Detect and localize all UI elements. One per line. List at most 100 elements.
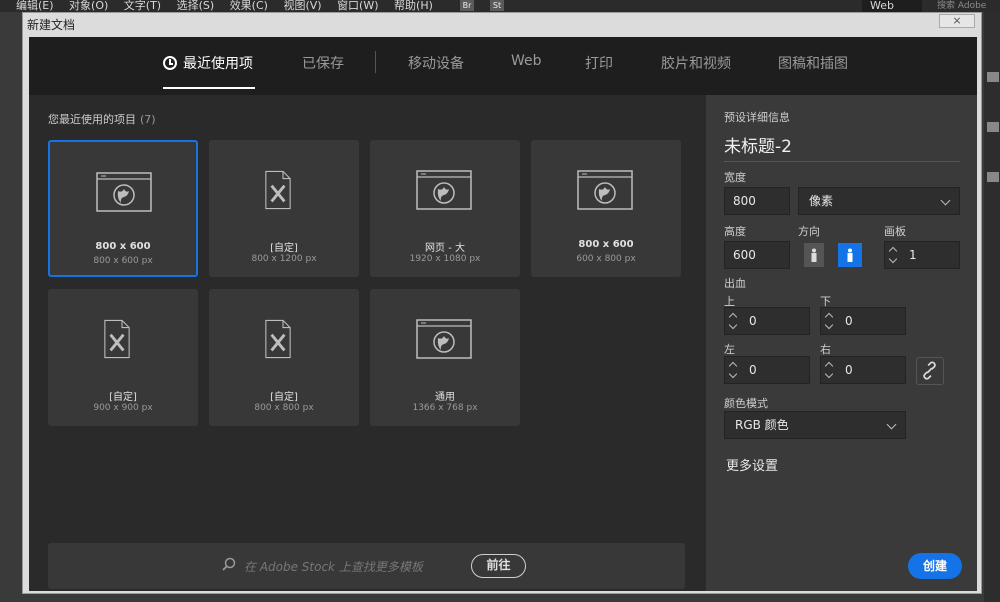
- recent-title-text: 您最近使用的项目: [48, 113, 136, 126]
- chevron-down-icon: [886, 419, 897, 430]
- height-label: 高度: [724, 225, 746, 238]
- recent-count: (7): [140, 113, 156, 126]
- web-document-icon: [96, 172, 152, 212]
- tile-name: 通用: [435, 392, 455, 403]
- preset-tile[interactable]: [自定] 800 x 1200 px: [209, 140, 359, 277]
- landscape-icon: [847, 248, 853, 262]
- artboards-value: 1: [909, 248, 917, 262]
- bleed-left-stepper[interactable]: 0: [724, 356, 810, 384]
- menu-window[interactable]: 窗口(W): [337, 0, 378, 12]
- web-document-icon: [416, 319, 472, 359]
- tab-art-illustration[interactable]: 图稿和插图: [778, 53, 848, 73]
- go-button[interactable]: 前往: [471, 554, 526, 578]
- tile-size: 600 x 800 px: [576, 254, 636, 264]
- bleed-right-value: 0: [845, 363, 853, 377]
- workspace-switcher[interactable]: Web: [862, 0, 922, 12]
- tile-size: 900 x 900 px: [93, 403, 153, 413]
- panel-icon[interactable]: [987, 172, 999, 182]
- web-document-icon: [416, 170, 472, 210]
- landscape-button[interactable]: [838, 243, 862, 267]
- right-panel-strip: [984, 12, 1000, 602]
- unit-select[interactable]: 像素: [798, 187, 960, 215]
- unit-value: 像素: [809, 194, 834, 208]
- bleed-bottom-stepper[interactable]: 0: [820, 307, 906, 335]
- bleed-left-value: 0: [749, 363, 757, 377]
- chevron-down-icon[interactable]: [888, 254, 898, 264]
- tile-name: [自定]: [109, 392, 137, 403]
- custom-document-icon: [104, 319, 130, 359]
- clock-icon: [163, 56, 177, 70]
- stepper-arrows[interactable]: [821, 357, 839, 383]
- chevron-down-icon[interactable]: [824, 369, 834, 379]
- tile-size: 1920 x 1080 px: [409, 254, 481, 264]
- height-input[interactable]: 600: [724, 241, 790, 269]
- more-settings-link[interactable]: 更多设置: [726, 455, 778, 474]
- tile-size: 800 x 1200 px: [251, 254, 317, 264]
- search-input[interactable]: 搜索 Adobe: [937, 0, 986, 12]
- preset-tile[interactable]: [自定] 900 x 900 px: [48, 289, 198, 426]
- stepper-arrows[interactable]: [725, 357, 743, 383]
- bleed-top-stepper[interactable]: 0: [724, 307, 810, 335]
- menu-object[interactable]: 对象(O): [69, 0, 108, 12]
- recent-items-panel: 您最近使用的项目 (7) 800 x 600 800 x 600 px [自定] …: [29, 95, 706, 591]
- color-mode-select[interactable]: RGB 颜色: [724, 411, 906, 439]
- bleed-right-stepper[interactable]: 0: [820, 356, 906, 384]
- tab-print[interactable]: 打印: [585, 53, 613, 73]
- web-document-icon: [577, 170, 633, 210]
- link-bleed-button[interactable]: [916, 357, 944, 385]
- tile-name: 800 x 600: [578, 239, 634, 250]
- menu-type[interactable]: 文字(T): [124, 0, 161, 12]
- custom-document-icon: [265, 319, 291, 359]
- menu-edit[interactable]: 编辑(E): [16, 0, 54, 12]
- dialog-body: 最近使用项 已保存 移动设备 Web 打印 胶片和视频 图稿和插图 您最近使用的…: [29, 37, 977, 591]
- tab-film-video[interactable]: 胶片和视频: [661, 53, 731, 73]
- portrait-button[interactable]: [804, 243, 824, 267]
- tile-size: 800 x 600 px: [93, 256, 153, 266]
- tile-name: 网页 - 大: [425, 243, 465, 254]
- search-icon: [222, 557, 236, 571]
- menu-bar: 编辑(E) 对象(O) 文字(T) 选择(S) 效果(C) 视图(V) 窗口(W…: [0, 0, 1000, 12]
- bleed-bottom-value: 0: [845, 314, 853, 328]
- preset-tile[interactable]: 通用 1366 x 768 px: [370, 289, 520, 426]
- new-document-dialog: 新建文档 ⨯ 最近使用项 已保存 移动设备 Web 打印 胶片和视频 图稿和插图…: [22, 12, 982, 594]
- portrait-icon: [811, 248, 817, 262]
- artboards-stepper[interactable]: 1: [884, 241, 960, 269]
- preset-details-panel: 预设详细信息 未标题-2 宽度 800 像素 高度 方向 画板 600 1 出血: [706, 95, 977, 591]
- chevron-down-icon[interactable]: [728, 320, 738, 330]
- menu-help[interactable]: 帮助(H): [394, 0, 433, 12]
- tab-divider: [375, 51, 376, 73]
- bridge-icon[interactable]: Br: [460, 0, 474, 11]
- close-button[interactable]: ⨯: [939, 14, 975, 28]
- menu-view[interactable]: 视图(V): [283, 0, 321, 12]
- panel-icon[interactable]: [987, 72, 999, 82]
- chevron-down-icon[interactable]: [824, 320, 834, 330]
- width-label: 宽度: [724, 171, 746, 184]
- stepper-arrows[interactable]: [885, 242, 903, 268]
- tile-name: 800 x 600: [95, 241, 151, 252]
- document-name-field[interactable]: 未标题-2: [724, 132, 792, 157]
- tab-recent[interactable]: 最近使用项: [163, 53, 253, 73]
- create-button[interactable]: 创建: [908, 553, 962, 579]
- menu-effect[interactable]: 效果(C): [230, 0, 268, 12]
- recent-heading: 您最近使用的项目 (7): [48, 111, 156, 127]
- chevron-down-icon: [940, 195, 951, 206]
- preset-tile[interactable]: 网页 - 大 1920 x 1080 px: [370, 140, 520, 277]
- width-input[interactable]: 800: [724, 187, 790, 215]
- preset-tile[interactable]: [自定] 800 x 800 px: [209, 289, 359, 426]
- tab-mobile[interactable]: 移动设备: [408, 53, 464, 73]
- stepper-arrows[interactable]: [821, 308, 839, 334]
- color-mode-value: RGB 颜色: [735, 418, 789, 432]
- tab-web[interactable]: Web: [511, 53, 542, 69]
- preset-tile[interactable]: 800 x 600 800 x 600 px: [48, 140, 198, 277]
- preset-tile[interactable]: 800 x 600 600 x 800 px: [531, 140, 681, 277]
- panel-icon[interactable]: [987, 122, 999, 132]
- artboards-label: 画板: [884, 225, 906, 238]
- chevron-down-icon[interactable]: [728, 369, 738, 379]
- tile-name: [自定]: [270, 392, 298, 403]
- divider: [724, 161, 960, 162]
- stock-icon[interactable]: St: [490, 0, 504, 11]
- stock-search-input[interactable]: 在 Adobe Stock 上查找更多模板: [244, 558, 423, 575]
- tab-saved[interactable]: 已保存: [302, 53, 344, 73]
- stepper-arrows[interactable]: [725, 308, 743, 334]
- menu-select[interactable]: 选择(S): [177, 0, 215, 12]
